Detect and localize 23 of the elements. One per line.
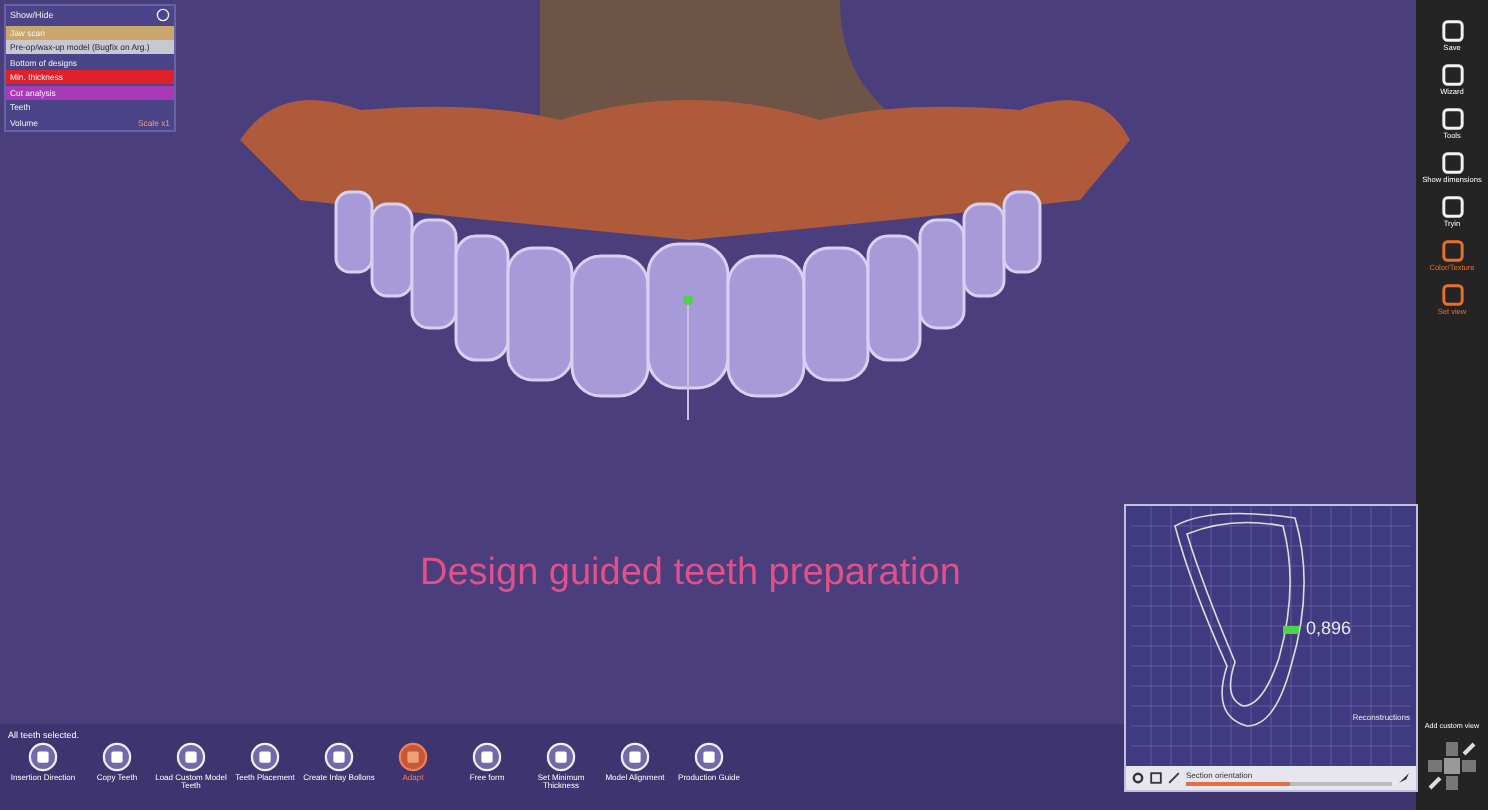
tool-icon — [1441, 284, 1463, 306]
tool-icon — [1441, 196, 1463, 218]
tool-icon — [694, 742, 724, 772]
tool-icon — [1441, 152, 1463, 174]
pencil-icon[interactable] — [1168, 772, 1180, 784]
tool-icon — [1441, 108, 1463, 130]
tool-icon — [472, 742, 502, 772]
tool-icon — [102, 742, 132, 772]
tool-icon — [546, 742, 576, 772]
tool-icon — [324, 742, 354, 772]
tool-icon — [620, 742, 650, 772]
tool-icon — [28, 742, 58, 772]
tool-icon — [250, 742, 280, 772]
caption-text: Design guided teeth preparation — [420, 552, 961, 596]
brush-icon[interactable] — [1398, 772, 1410, 784]
measurement-label: 0,896 — [1306, 618, 1352, 638]
tool-icon — [176, 742, 206, 772]
tool-icon — [1441, 64, 1463, 86]
help-icon[interactable] — [156, 8, 170, 22]
view-navigator-icon[interactable] — [1424, 738, 1480, 794]
tool-icon — [1441, 240, 1463, 262]
tool-icon — [398, 742, 428, 772]
tool-icon — [1441, 20, 1463, 42]
